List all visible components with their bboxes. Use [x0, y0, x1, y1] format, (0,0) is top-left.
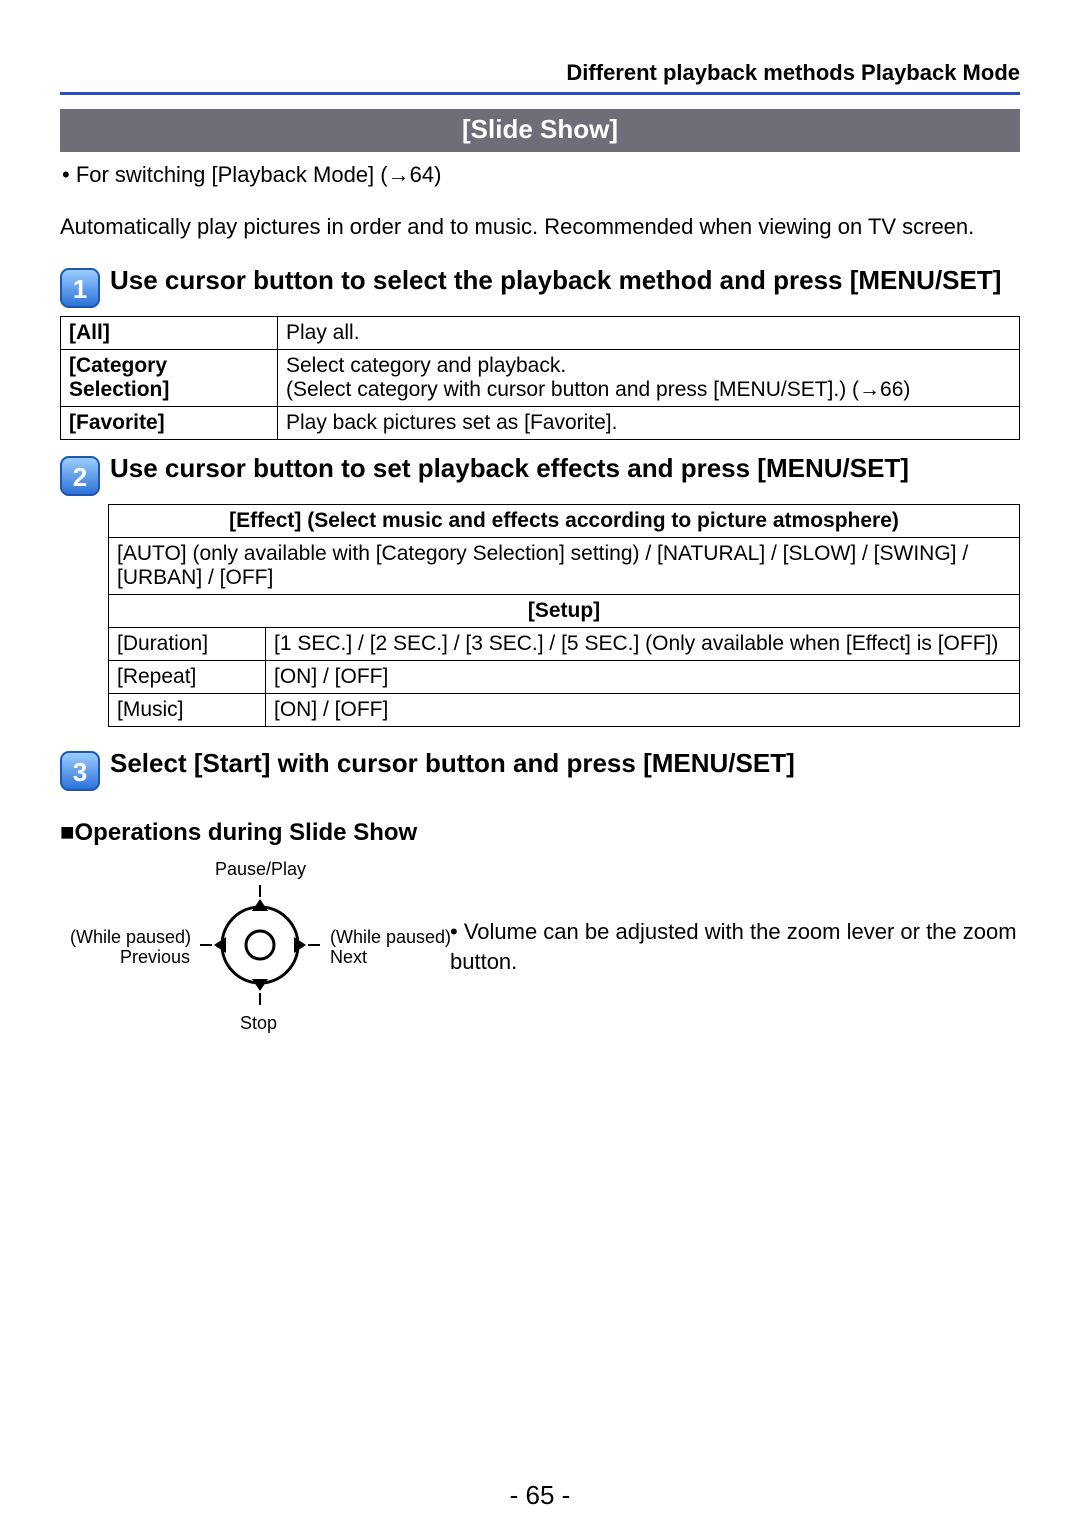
- table-row: [Repeat] [ON] / [OFF]: [109, 660, 1020, 693]
- operations-row: Pause/Play (While paused) Previous (Whil…: [60, 857, 1020, 1037]
- table-row: [Effect] (Select music and effects accor…: [109, 504, 1020, 537]
- cell-all-key: [All]: [61, 316, 278, 349]
- duration-key: [Duration]: [109, 627, 266, 660]
- table-row: [Duration] [1 SEC.] / [2 SEC.] / [3 SEC.…: [109, 627, 1020, 660]
- step-3-badge: 3: [60, 751, 100, 791]
- step-3: 3 Select [Start] with cursor button and …: [60, 749, 1020, 791]
- dpad-right-a: (While paused): [330, 927, 451, 948]
- music-val: [ON] / [OFF]: [266, 693, 1020, 726]
- operations-heading: ■Operations during Slide Show: [60, 819, 1020, 847]
- dpad-icon: [200, 885, 320, 1005]
- music-key: [Music]: [109, 693, 266, 726]
- table-row: [Category Selection] Select category and…: [61, 349, 1020, 406]
- number-badge-icon: 1: [60, 268, 100, 308]
- header-divider: [60, 92, 1020, 95]
- step-1-text: Use cursor button to select the playback…: [110, 266, 1001, 296]
- effects-table: [Effect] (Select music and effects accor…: [108, 504, 1020, 727]
- table-row: [All] Play all.: [61, 316, 1020, 349]
- section-title: [Slide Show]: [60, 109, 1020, 152]
- effect-header: [Effect] (Select music and effects accor…: [109, 504, 1020, 537]
- dpad-down-label: Stop: [240, 1013, 277, 1034]
- playback-method-table: [All] Play all. [Category Selection] Sel…: [60, 316, 1020, 440]
- table-row: [Music] [ON] / [OFF]: [109, 693, 1020, 726]
- table-row: [AUTO] (only available with [Category Se…: [109, 537, 1020, 594]
- step-2-badge: 2: [60, 456, 100, 496]
- number-badge-icon: 3: [60, 751, 100, 791]
- cell-fav-key: [Favorite]: [61, 406, 278, 439]
- dpad-left-a: (While paused): [70, 927, 190, 948]
- dpad-right-b: Next: [330, 947, 367, 968]
- table-row: [Setup]: [109, 594, 1020, 627]
- step-1: 1 Use cursor button to select the playba…: [60, 266, 1020, 308]
- repeat-key: [Repeat]: [109, 660, 266, 693]
- step-1-badge: 1: [60, 268, 100, 308]
- dpad-diagram: Pause/Play (While paused) Previous (Whil…: [60, 857, 420, 1037]
- duration-val: [1 SEC.] / [2 SEC.] / [3 SEC.] / [5 SEC.…: [266, 627, 1020, 660]
- switch-note: • For switching [Playback Mode] (→64): [62, 162, 1020, 188]
- intro-text: Automatically play pictures in order and…: [60, 212, 1020, 242]
- cell-fav-val: Play back pictures set as [Favorite].: [278, 406, 1020, 439]
- dpad-left-b: Previous: [70, 947, 190, 968]
- svg-text:3: 3: [73, 757, 87, 787]
- cell-cat-key: [Category Selection]: [61, 349, 278, 406]
- step-2-text: Use cursor button to set playback effect…: [110, 454, 909, 484]
- step-2: 2 Use cursor button to set playback effe…: [60, 454, 1020, 496]
- breadcrumb: Different playback methods Playback Mode: [60, 60, 1020, 86]
- table-row: [Favorite] Play back pictures set as [Fa…: [61, 406, 1020, 439]
- cell-all-val: Play all.: [278, 316, 1020, 349]
- dpad-up-label: Pause/Play: [215, 859, 306, 880]
- step-3-text: Select [Start] with cursor button and pr…: [110, 749, 795, 779]
- effect-body: [AUTO] (only available with [Category Se…: [109, 537, 1020, 594]
- svg-text:2: 2: [73, 462, 87, 492]
- number-badge-icon: 2: [60, 456, 100, 496]
- repeat-val: [ON] / [OFF]: [266, 660, 1020, 693]
- cell-cat-val: Select category and playback. (Select ca…: [278, 349, 1020, 406]
- svg-text:1: 1: [73, 274, 87, 304]
- operations-note: • Volume can be adjusted with the zoom l…: [450, 917, 1020, 976]
- page-number: - 65 -: [0, 1480, 1080, 1511]
- page: Different playback methods Playback Mode…: [0, 0, 1080, 1535]
- setup-header: [Setup]: [109, 594, 1020, 627]
